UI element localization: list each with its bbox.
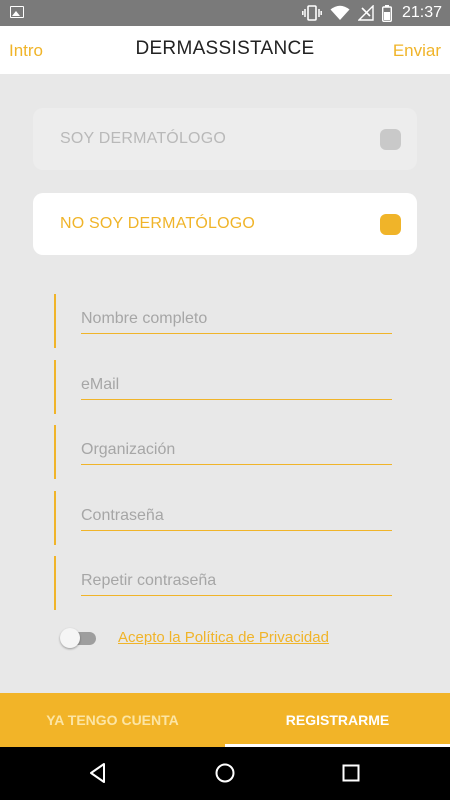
page-title: DERMASSISTANCE [135,38,315,59]
no-signal-icon [357,5,374,21]
privacy-toggle[interactable] [60,628,96,648]
privacy-policy-link[interactable]: Acepto la Política de Privacidad [118,629,329,646]
password-input[interactable] [81,505,392,531]
status-icons: 21:37 [302,0,450,26]
repeat-password-input[interactable] [81,570,392,596]
email-field-container [54,360,394,414]
option-no-soy-dermatologo[interactable]: NO SOY DERMATÓLOGO [33,193,417,255]
app-bar: Intro DERMASSISTANCE Enviar [0,26,450,74]
option-no-soy-checkbox[interactable] [380,214,401,235]
organization-field-container [54,425,394,479]
organization-input[interactable] [81,439,392,465]
status-time: 21:37 [401,4,442,21]
status-bar: 21:37 [0,0,450,26]
image-icon [10,6,24,18]
enviar-button[interactable]: Enviar [393,41,441,61]
option-soy-dermatologo[interactable]: SOY DERMATÓLOGO [33,108,417,170]
password-field-container [54,491,394,545]
privacy-toggle-thumb [60,628,80,648]
option-soy-label: SOY DERMATÓLOGO [60,130,226,147]
battery-icon [381,4,392,22]
home-icon[interactable] [213,761,237,785]
bottom-tabs: YA TENGO CUENTA REGISTRARME [0,693,450,747]
name-input[interactable] [81,308,392,334]
repeat-password-field-container [54,556,394,610]
email-input[interactable] [81,374,392,400]
option-soy-checkbox[interactable] [380,129,401,150]
back-icon[interactable] [86,761,110,785]
navigation-bar [0,747,450,800]
wifi-icon [330,5,350,20]
vibrate-icon [302,5,322,21]
option-no-soy-label: NO SOY DERMATÓLOGO [60,215,256,232]
tab-registrarme[interactable]: REGISTRARME [225,693,450,747]
recents-icon[interactable] [339,761,363,785]
name-field-container [54,294,394,348]
tab-ya-tengo-cuenta[interactable]: YA TENGO CUENTA [0,693,225,747]
